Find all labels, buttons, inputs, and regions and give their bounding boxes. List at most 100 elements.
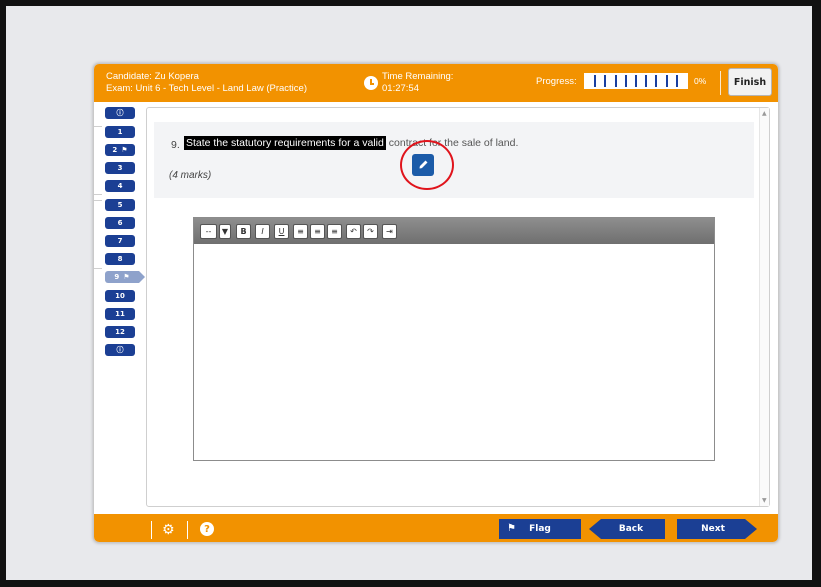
question-number: 2 <box>112 146 118 154</box>
header-bar: Candidate: Zu Kopera Exam: Unit 6 - Tech… <box>94 64 778 102</box>
progress-segment <box>667 75 678 87</box>
next-label: Next <box>701 524 725 534</box>
question-button-8[interactable]: 8 <box>105 253 135 265</box>
undo-button[interactable]: ↶ <box>346 224 361 239</box>
back-button[interactable]: Back <box>589 519 665 539</box>
flag-button[interactable]: ⚑ Flag <box>499 519 581 539</box>
question-box: 9. State the statutory requirements for … <box>154 122 754 198</box>
progress-bar <box>584 73 688 89</box>
progress-segment <box>677 75 687 87</box>
question-number: 8 <box>117 255 123 263</box>
undo-icon: ↶ <box>350 227 357 236</box>
answer-text-area[interactable] <box>194 244 714 462</box>
section-tab-a[interactable]: A <box>94 126 102 195</box>
question-number-label: 9. <box>171 139 180 151</box>
editor-toolbar: -- ▼ B I U ≡ ≡ ≡ ↶ ↷ ⇥ <box>194 218 714 244</box>
question-number: 6 <box>117 219 123 227</box>
question-pane: ▲ ▼ 9. State the statutory requirements … <box>146 107 770 507</box>
bold-button[interactable]: B <box>236 224 251 239</box>
exam-window: Candidate: Zu Kopera Exam: Unit 6 - Tech… <box>93 63 779 543</box>
section-tab-b[interactable]: B <box>94 200 102 269</box>
back-label: Back <box>618 524 644 534</box>
progress-value: 0% <box>694 76 707 86</box>
progress-segment <box>637 75 648 87</box>
question-button-2[interactable]: 2 ⚑ <box>105 144 135 156</box>
candidate-name: Candidate: Zu Kopera <box>106 71 199 82</box>
clock-icon <box>364 76 378 90</box>
align-left-icon: ≡ <box>297 227 304 236</box>
chevron-down-icon: ▼ <box>221 227 229 236</box>
info-icon: ⓘ <box>116 346 124 354</box>
progress-label: Progress: <box>536 76 577 87</box>
redo-icon: ↷ <box>367 227 374 236</box>
footer-bar: ⚙ ? ⚑ Flag Back Next <box>94 514 778 542</box>
question-button-1[interactable]: 1 <box>105 126 135 138</box>
align-center-icon: ≡ <box>314 227 321 236</box>
progress-segment <box>606 75 617 87</box>
question-number: 10 <box>115 292 125 300</box>
header-divider <box>720 71 721 95</box>
question-number: 12 <box>115 328 125 336</box>
candidate-info: Candidate: Zu Kopera Exam: Unit 6 - Tech… <box>106 71 307 95</box>
next-button[interactable]: Next <box>677 519 757 539</box>
info-button-bottom[interactable]: ⓘ <box>105 344 135 356</box>
help-icon[interactable]: ? <box>200 522 214 536</box>
footer-divider <box>187 521 188 539</box>
question-button-9-current[interactable]: 9 ⚑ <box>105 271 145 283</box>
italic-button[interactable]: I <box>255 224 270 239</box>
footer-divider <box>151 521 152 539</box>
progress-segment <box>616 75 627 87</box>
format-select[interactable]: -- <box>200 224 217 239</box>
question-number: 5 <box>117 201 123 209</box>
question-number: 9 <box>114 273 120 281</box>
annotation-circle <box>400 140 454 190</box>
question-button-6[interactable]: 6 <box>105 217 135 229</box>
vertical-scrollbar[interactable]: ▲ ▼ <box>759 108 769 506</box>
question-button-11[interactable]: 11 <box>105 308 135 320</box>
question-button-7[interactable]: 7 <box>105 235 135 247</box>
indent-icon: ⇥ <box>386 227 393 236</box>
screen-background: Candidate: Zu Kopera Exam: Unit 6 - Tech… <box>6 6 812 580</box>
redo-button[interactable]: ↷ <box>363 224 378 239</box>
format-dropdown-button[interactable]: ▼ <box>219 224 231 239</box>
question-text: State the statutory requirements for a v… <box>184 136 518 150</box>
info-button-top[interactable]: ⓘ <box>105 107 135 119</box>
time-remaining: Time Remaining: 01:27:54 <box>382 71 453 95</box>
time-label: Time Remaining: <box>382 71 454 82</box>
align-right-icon: ≡ <box>331 227 338 236</box>
question-button-5[interactable]: 5 <box>105 199 135 211</box>
finish-button[interactable]: Finish <box>728 68 772 96</box>
exam-name: Exam: Unit 6 - Tech Level - Land Law (Pr… <box>106 83 307 94</box>
align-right-button[interactable]: ≡ <box>327 224 342 239</box>
question-button-10[interactable]: 10 <box>105 290 135 302</box>
progress-segment <box>626 75 638 87</box>
flag-label: Flag <box>529 524 551 534</box>
progress-segment <box>586 75 597 87</box>
scroll-down-icon[interactable]: ▼ <box>762 497 767 504</box>
flag-icon: ⚑ <box>121 146 128 154</box>
question-number: 3 <box>117 164 123 172</box>
align-left-button[interactable]: ≡ <box>293 224 308 239</box>
align-center-button[interactable]: ≡ <box>310 224 325 239</box>
underline-button[interactable]: U <box>274 224 289 239</box>
question-button-3[interactable]: 3 <box>105 162 135 174</box>
question-button-4[interactable]: 4 <box>105 180 135 192</box>
question-number: 4 <box>117 182 123 190</box>
marks-label: (4 marks) <box>169 170 212 181</box>
scroll-up-icon[interactable]: ▲ <box>762 110 767 117</box>
progress-segment <box>657 75 668 87</box>
question-number: 7 <box>117 237 123 245</box>
question-button-12[interactable]: 12 <box>105 326 135 338</box>
question-number: 11 <box>115 310 125 318</box>
highlighted-text: State the statutory requirements for a v… <box>184 136 386 150</box>
question-number: 1 <box>117 128 123 136</box>
info-icon: ⓘ <box>116 109 124 117</box>
progress-segment <box>647 75 658 87</box>
progress-segment <box>596 75 607 87</box>
flag-icon: ⚑ <box>507 523 516 534</box>
answer-editor: -- ▼ B I U ≡ ≡ ≡ ↶ ↷ ⇥ <box>193 217 715 461</box>
flag-icon: ⚑ <box>123 273 130 281</box>
indent-button[interactable]: ⇥ <box>382 224 397 239</box>
time-value: 01:27:54 <box>382 83 419 94</box>
gear-icon[interactable]: ⚙ <box>162 523 175 537</box>
